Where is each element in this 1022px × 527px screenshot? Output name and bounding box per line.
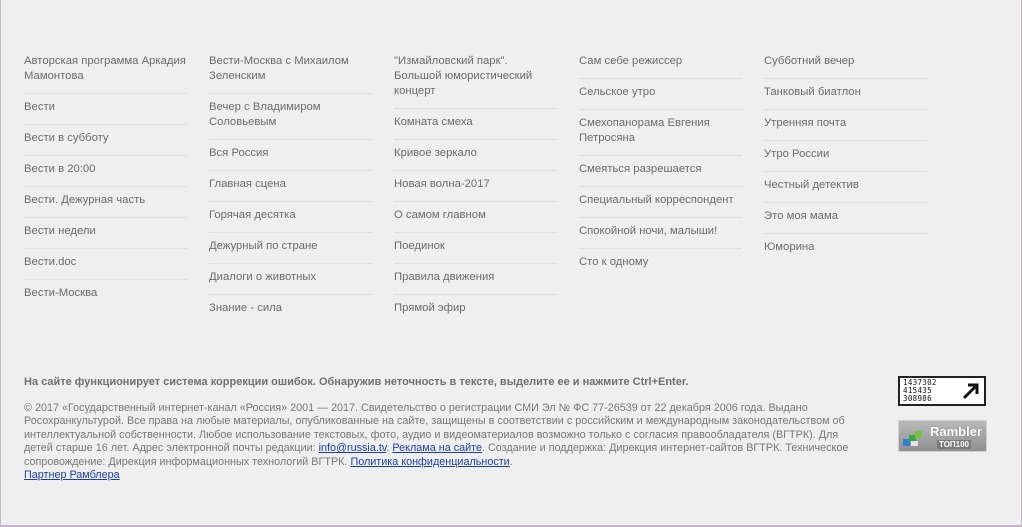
program-link[interactable]: Вечер с Владимиром Соловьевым <box>209 94 372 140</box>
program-link[interactable]: Утро России <box>764 141 927 172</box>
email-link[interactable]: info@russia.tv <box>319 442 387 454</box>
program-link[interactable]: Поединок <box>394 233 557 264</box>
program-link[interactable]: Диалоги о животных <box>209 264 372 295</box>
program-link[interactable]: Комната смеха <box>394 109 557 140</box>
program-link[interactable]: Вести недели <box>24 218 187 249</box>
program-link[interactable]: Честный детектив <box>764 172 927 203</box>
rambler-top100: ТОП100 <box>937 440 972 449</box>
program-columns: Авторская программа Аркадия Мамонтова Вес… <box>24 48 927 325</box>
program-column: Субботний вечер Танковый биатлон Утренняя … <box>764 48 927 325</box>
counter-line: 308986 <box>903 394 932 403</box>
program-link[interactable]: Танковый биатлон <box>764 79 927 110</box>
program-link[interactable]: Дежурный по стране <box>209 233 372 264</box>
rambler-top100-badge[interactable]: Rambler ТОП100 <box>898 420 987 452</box>
privacy-link[interactable]: Политика конфиденциальности <box>350 456 509 468</box>
program-link[interactable]: Сто к одному <box>579 249 742 279</box>
program-link[interactable]: Сам себе режиссер <box>579 48 742 79</box>
arrow-icon <box>962 383 979 400</box>
program-link[interactable]: Юморина <box>764 234 927 264</box>
program-link[interactable]: Новая волна-2017 <box>394 171 557 202</box>
program-link[interactable]: Смехопанорама Евгения Петросяна <box>579 110 742 156</box>
program-link[interactable]: Вести в субботу <box>24 125 187 156</box>
program-link[interactable]: Прямой эфир <box>394 295 557 325</box>
visit-counter-badge[interactable]: 1437302 415435 308986 <box>898 376 986 406</box>
program-link[interactable]: Смеяться разрешается <box>579 156 742 187</box>
legal-text: © 2017 «Государственный интернет-канал «… <box>24 402 864 482</box>
rambler-partner-link[interactable]: Партнер Рамблера <box>24 469 120 482</box>
program-link[interactable]: Субботний вечер <box>764 48 927 79</box>
program-link[interactable]: Спокойной ночи, малыши! <box>579 218 742 249</box>
program-link[interactable]: Вести.doc <box>24 249 187 280</box>
program-link[interactable]: Вести-Москва с Михаилом Зеленским <box>209 48 372 94</box>
program-column: Сам себе режиссер Сельское утро Смехопанор… <box>579 48 742 325</box>
program-column: Вести-Москва с Михаилом Зеленским Вечер с… <box>209 48 372 325</box>
program-link[interactable]: Правила движения <box>394 264 557 295</box>
error-correction-notice: На сайте функционирует система коррекции… <box>24 376 689 388</box>
program-column: "Измайловский парк". Большой юмористичес… <box>394 48 557 325</box>
counter-numbers: 1437302 415435 308986 <box>903 379 937 403</box>
program-link[interactable]: Специальный корреспондент <box>579 187 742 218</box>
program-link[interactable]: "Измайловский парк". Большой юмористичес… <box>394 48 557 109</box>
program-link[interactable]: Вести в 20:00 <box>24 156 187 187</box>
program-link[interactable]: Главная сцена <box>209 171 372 202</box>
program-link[interactable]: О самом главном <box>394 202 557 233</box>
program-link[interactable]: Сельское утро <box>579 79 742 110</box>
program-link[interactable]: Вести. Дежурная часть <box>24 187 187 218</box>
program-column: Авторская программа Аркадия Мамонтова Вес… <box>24 48 187 325</box>
period: . <box>509 455 513 468</box>
program-link[interactable]: Вести <box>24 94 187 125</box>
program-link[interactable]: Горячая десятка <box>209 202 372 233</box>
program-link[interactable]: Авторская программа Аркадия Мамонтова <box>24 48 187 94</box>
program-link[interactable]: Знание - сила <box>209 295 372 325</box>
program-link[interactable]: Кривое зеркало <box>394 140 557 171</box>
rambler-logo-icon <box>903 431 922 446</box>
ads-link[interactable]: Реклама на сайте <box>392 442 482 454</box>
rambler-name: Rambler <box>930 424 983 439</box>
program-link[interactable]: Утренняя почта <box>764 110 927 141</box>
program-link[interactable]: Это моя мама <box>764 203 927 234</box>
program-link[interactable]: Вся Россия <box>209 140 372 171</box>
program-link[interactable]: Вести-Москва <box>24 280 187 310</box>
